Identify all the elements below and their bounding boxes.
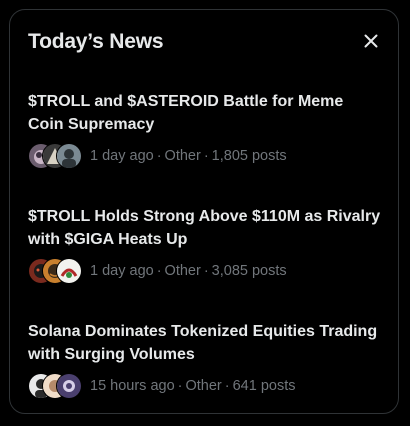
avatar [56, 143, 82, 169]
avatar-stack [28, 258, 82, 284]
avatar-stack [28, 143, 82, 169]
avatar-stack [28, 373, 82, 399]
news-meta-text: 1 day ago · Other · 3,085 posts [90, 263, 287, 279]
news-meta: 1 day ago · Other · 3,085 posts [28, 258, 382, 284]
news-time: 1 day ago [90, 263, 154, 279]
news-time: 1 day ago [90, 148, 154, 164]
close-button[interactable] [354, 24, 388, 58]
news-post-count: 3,085 posts [211, 263, 287, 279]
news-headline: Solana Dominates Tokenized Equities Trad… [28, 323, 378, 363]
todays-news-panel: Today’s News $TROLL and $ASTEROID Battle… [9, 9, 399, 414]
close-icon [364, 34, 378, 48]
news-headline: $TROLL and $ASTEROID Battle for Meme Coi… [28, 93, 344, 133]
news-meta-text: 15 hours ago · Other · 641 posts [90, 378, 296, 394]
news-item[interactable]: Solana Dominates Tokenized Equities Trad… [28, 320, 382, 399]
news-item[interactable]: $TROLL and $ASTEROID Battle for Meme Coi… [28, 90, 382, 169]
news-category: Other [164, 148, 201, 164]
news-post-count: 1,805 posts [211, 148, 287, 164]
news-category: Other [185, 378, 222, 394]
news-meta: 15 hours ago · Other · 641 posts [28, 373, 382, 399]
avatar [56, 258, 82, 284]
panel-header: Today’s News [28, 28, 380, 58]
panel-title: Today’s News [28, 30, 164, 53]
avatar [56, 373, 82, 399]
news-item[interactable]: $TROLL Holds Strong Above $110M as Rival… [28, 205, 382, 284]
news-meta: 1 day ago · Other · 1,805 posts [28, 143, 382, 169]
news-headline: $TROLL Holds Strong Above $110M as Rival… [28, 208, 381, 248]
news-time: 15 hours ago [90, 378, 175, 394]
news-category: Other [164, 263, 201, 279]
news-post-count: 641 posts [232, 378, 296, 394]
news-meta-text: 1 day ago · Other · 1,805 posts [90, 148, 287, 164]
